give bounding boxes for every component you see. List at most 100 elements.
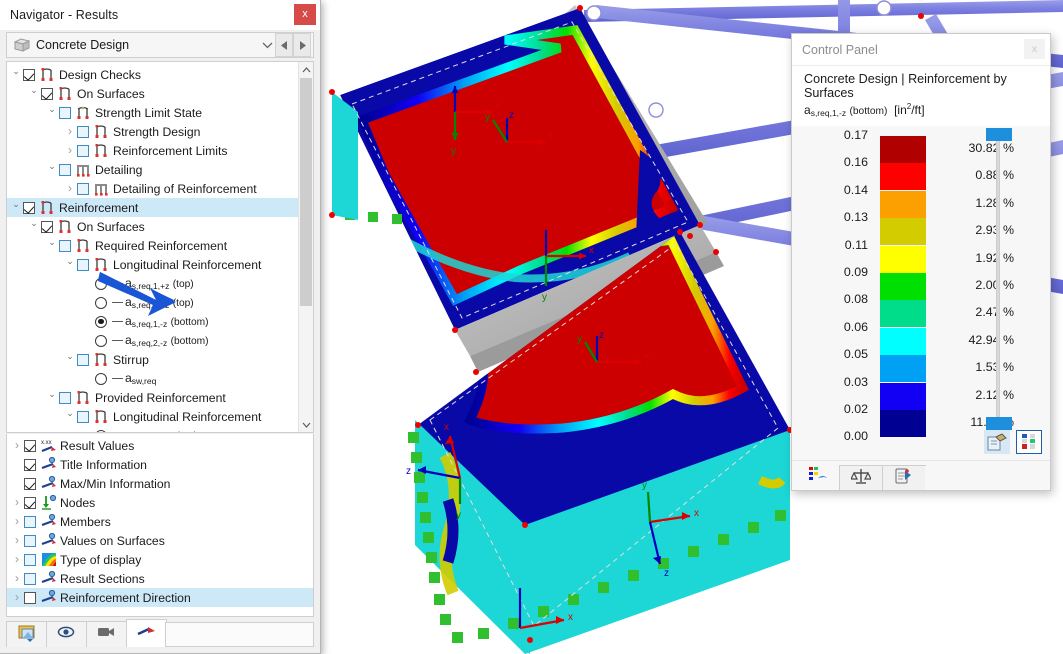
tree-radio-button[interactable] bbox=[95, 429, 107, 432]
chevron-down-icon[interactable] bbox=[9, 65, 23, 84]
design-type-combobox[interactable]: Concrete Design bbox=[6, 32, 314, 58]
chevron-down-icon[interactable] bbox=[45, 103, 59, 122]
chevron-right-icon[interactable] bbox=[10, 531, 24, 551]
tree-checkbox[interactable] bbox=[77, 410, 89, 423]
legend-color-swatch[interactable] bbox=[880, 382, 926, 410]
triangle-right-icon[interactable] bbox=[293, 33, 311, 57]
display-option-checkbox[interactable] bbox=[24, 572, 36, 585]
display-option-item[interactable]: Values on Surfaces bbox=[7, 531, 313, 550]
tree-item[interactable]: Reinforcement bbox=[7, 198, 298, 217]
tree-checkbox[interactable] bbox=[59, 239, 71, 252]
display-option-item[interactable]: Title Information bbox=[7, 455, 313, 474]
display-options-list[interactable]: x.xx Result Values Title Information Max/Mi… bbox=[6, 434, 314, 617]
tree-checkbox[interactable] bbox=[59, 163, 71, 176]
results-navigator-tab[interactable] bbox=[126, 619, 167, 647]
display-option-item[interactable]: Max/Min Information bbox=[7, 474, 313, 493]
tree-checkbox[interactable] bbox=[77, 125, 89, 138]
slider-handle-bottom[interactable] bbox=[986, 417, 1012, 430]
tree-item[interactable]: as,prov,1,+z (top) bbox=[7, 426, 298, 432]
tree-item[interactable]: On Surfaces bbox=[7, 217, 298, 236]
close-icon[interactable]: x bbox=[294, 4, 316, 25]
tree-item[interactable]: as,req,2,-z (bottom) bbox=[7, 331, 298, 350]
chevron-right-icon[interactable] bbox=[63, 122, 77, 142]
tree-checkbox[interactable] bbox=[23, 68, 35, 81]
navigator-results-window[interactable]: Navigator - Results x Concrete Design De… bbox=[0, 0, 321, 654]
chevron-down-icon[interactable] bbox=[27, 217, 41, 236]
display-option-checkbox[interactable] bbox=[24, 496, 36, 509]
display-option-item[interactable]: Result Sections bbox=[7, 569, 313, 588]
display-option-item[interactable]: Reinforcement Direction bbox=[7, 588, 313, 607]
display-option-checkbox[interactable] bbox=[24, 477, 36, 490]
color-legend[interactable]: 0.17 30.82 % 0.16 0.88 % 0.14 1.28 % 0.13 2.93 … bbox=[792, 128, 1050, 443]
tree-item[interactable]: Longitudinal Reinforcement bbox=[7, 407, 298, 426]
display-option-checkbox[interactable] bbox=[24, 439, 36, 452]
legend-color-swatch[interactable] bbox=[880, 136, 926, 163]
chevron-right-icon[interactable] bbox=[10, 588, 24, 608]
tree-checkbox[interactable] bbox=[77, 144, 89, 157]
tree-item[interactable]: Strength Limit State bbox=[7, 103, 298, 122]
chevron-down-icon[interactable] bbox=[45, 236, 59, 255]
tree-item[interactable]: Detailing of Reinforcement bbox=[7, 179, 298, 198]
chevron-down-icon[interactable] bbox=[63, 350, 77, 369]
close-icon[interactable]: x bbox=[1024, 39, 1045, 59]
chevron-down-icon[interactable] bbox=[299, 417, 313, 432]
display-option-checkbox[interactable] bbox=[24, 553, 36, 566]
filter-tab[interactable] bbox=[882, 465, 926, 490]
legend-color-swatch[interactable] bbox=[880, 163, 926, 191]
slider-track[interactable] bbox=[996, 140, 1000, 418]
palette-icon[interactable] bbox=[984, 430, 1010, 454]
display-option-checkbox[interactable] bbox=[24, 591, 36, 604]
tree-radio-button[interactable] bbox=[95, 372, 107, 385]
chevron-right-icon[interactable] bbox=[10, 550, 24, 570]
control-panel-window[interactable]: Control Panel x Concrete Design | Reinfo… bbox=[791, 33, 1051, 491]
tree-item[interactable]: asw,req bbox=[7, 369, 298, 388]
legend-color-swatch[interactable] bbox=[880, 355, 926, 383]
navigator-tabstrip[interactable] bbox=[6, 617, 314, 647]
slider-handle-top[interactable] bbox=[986, 128, 1012, 141]
chevron-down-icon[interactable] bbox=[45, 160, 59, 179]
chevron-down-icon[interactable] bbox=[9, 198, 23, 217]
legend-color-swatch[interactable] bbox=[880, 300, 926, 328]
legend-color-swatch[interactable] bbox=[880, 410, 926, 437]
chevron-down-icon[interactable] bbox=[63, 407, 77, 426]
tree-checkbox[interactable] bbox=[41, 87, 53, 100]
tree-checkbox[interactable] bbox=[41, 220, 53, 233]
legend-color-swatch[interactable] bbox=[880, 218, 926, 246]
chevron-right-icon[interactable] bbox=[63, 141, 77, 161]
views-navigator-tab[interactable] bbox=[86, 621, 127, 647]
tree-item[interactable]: Strength Design bbox=[7, 122, 298, 141]
chevron-right-icon[interactable] bbox=[10, 493, 24, 513]
scrollbar-thumb[interactable] bbox=[300, 78, 312, 306]
display-navigator-tab[interactable] bbox=[46, 621, 87, 647]
legend-action-buttons[interactable] bbox=[984, 430, 1042, 454]
results-tree-container[interactable]: Design Checks On Surfaces Strength Limit S… bbox=[6, 61, 314, 433]
chevron-right-icon[interactable] bbox=[10, 436, 24, 456]
display-option-item[interactable]: x.xx Result Values bbox=[7, 436, 313, 455]
factors-tab[interactable] bbox=[839, 465, 883, 490]
display-option-checkbox[interactable] bbox=[24, 534, 36, 547]
legend-color-swatch[interactable] bbox=[880, 190, 926, 218]
legend-color-swatch[interactable] bbox=[880, 245, 926, 273]
chevron-down-icon[interactable] bbox=[27, 84, 41, 103]
chevron-down-icon[interactable] bbox=[45, 388, 59, 407]
display-option-item[interactable]: Type of display bbox=[7, 550, 313, 569]
project-navigator-tab[interactable] bbox=[6, 621, 47, 647]
color-scale-tab[interactable] bbox=[796, 463, 840, 490]
tree-item[interactable]: Reinforcement Limits bbox=[7, 141, 298, 160]
display-option-checkbox[interactable] bbox=[24, 515, 36, 528]
tree-item[interactable]: Design Checks bbox=[7, 65, 298, 84]
legend-range-slider[interactable] bbox=[986, 128, 1012, 430]
tree-checkbox[interactable] bbox=[77, 258, 89, 271]
tree-checkbox[interactable] bbox=[59, 106, 71, 119]
display-option-checkbox[interactable] bbox=[24, 458, 36, 471]
tree-item[interactable]: Stirrup bbox=[7, 350, 298, 369]
legend-color-swatch[interactable] bbox=[880, 327, 926, 355]
tree-item[interactable]: Detailing bbox=[7, 160, 298, 179]
display-option-item[interactable]: Members bbox=[7, 512, 313, 531]
tree-checkbox[interactable] bbox=[77, 353, 89, 366]
tree-scrollbar[interactable] bbox=[298, 62, 313, 432]
tree-item[interactable]: Provided Reinforcement bbox=[7, 388, 298, 407]
chevron-right-icon[interactable] bbox=[10, 512, 24, 532]
chevron-right-icon[interactable] bbox=[10, 569, 24, 589]
chevron-down-icon[interactable] bbox=[259, 33, 275, 57]
